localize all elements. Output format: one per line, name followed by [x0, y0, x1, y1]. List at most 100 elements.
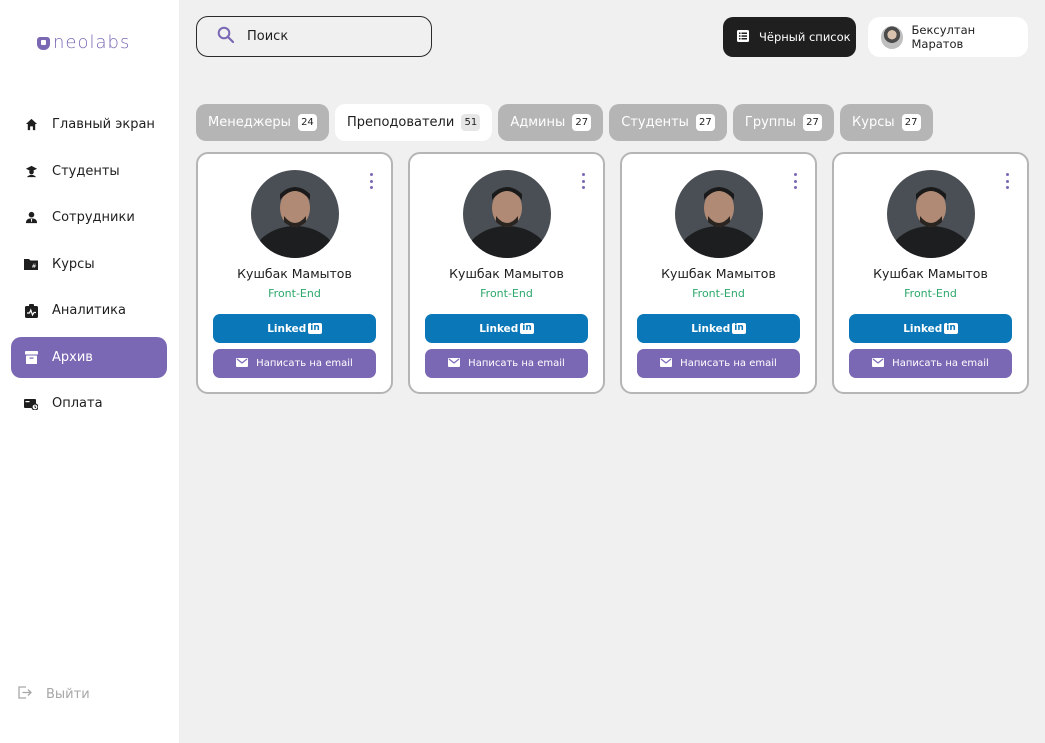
teacher-role: Front-End [480, 287, 533, 300]
count-badge: 27 [695, 114, 715, 131]
user-name: Бексултан Маратов [911, 23, 976, 51]
count-badge: 27 [572, 114, 592, 131]
sidebar-item-home[interactable]: Главный экран [11, 104, 167, 145]
logout-button[interactable]: Выйти [18, 686, 90, 703]
linkedin-label: Linked [267, 322, 307, 335]
more-options-icon[interactable] [580, 173, 586, 189]
email-label: Написать на email [256, 358, 353, 369]
tab-label: Студенты [621, 115, 689, 130]
mail-icon [660, 357, 673, 370]
linkedin-label: Linked [479, 322, 519, 335]
blacklist-label: Чёрный список [759, 30, 851, 44]
sidebar-item-analytics[interactable]: Аналитика [11, 290, 167, 331]
sidebar-item-label: Оплата [52, 396, 103, 411]
email-label: Написать на email [892, 358, 989, 369]
teacher-photo [250, 170, 339, 258]
linkedin-badge: in [944, 323, 958, 334]
tab-label: Админы [510, 115, 566, 130]
count-badge: 27 [901, 114, 921, 131]
logo[interactable]: neolabs [37, 34, 130, 52]
tab-admins[interactable]: Админы 27 [498, 104, 604, 141]
linkedin-badge: in [732, 323, 746, 334]
teacher-card: Кушбак Мамытов Front-End Linked in Написа… [196, 152, 393, 394]
archive-icon [24, 350, 38, 364]
mail-icon [872, 357, 885, 370]
search-icon [217, 26, 235, 47]
count-badge: 27 [803, 114, 823, 131]
sidebar-item-courses[interactable]: # Курсы [11, 244, 167, 285]
teacher-card: Кушбак Мамытов Front-End Linked in Написа… [620, 152, 817, 394]
count-badge: 51 [461, 114, 481, 131]
teacher-cards: Кушбак Мамытов Front-End Linked in Написа… [196, 152, 1029, 394]
logo-mark-icon [37, 36, 50, 50]
teacher-role: Front-End [904, 287, 957, 300]
home-icon [24, 118, 38, 132]
count-badge: 24 [297, 114, 317, 131]
linkedin-button[interactable]: Linked in [425, 314, 588, 343]
teacher-card: Кушбак Мамытов Front-End Linked in Написа… [832, 152, 1029, 394]
sidebar-item-payment[interactable]: Оплата [11, 383, 167, 424]
logout-icon [18, 686, 32, 703]
teacher-role: Front-End [692, 287, 745, 300]
list-icon [737, 29, 749, 45]
avatar [881, 25, 904, 49]
sidebar-item-label: Архив [52, 349, 93, 365]
sidebar-item-staff[interactable]: Сотрудники [11, 197, 167, 238]
more-options-icon[interactable] [792, 173, 798, 189]
logout-label: Выйти [46, 687, 90, 702]
teacher-role: Front-End [268, 287, 321, 300]
teacher-name: Кушбак Мамытов [237, 266, 352, 281]
student-icon [24, 164, 38, 178]
teacher-photo [674, 170, 763, 258]
sidebar-item-label: Курсы [52, 256, 95, 272]
sidebar-item-label: Студенты [52, 163, 120, 179]
linkedin-button[interactable]: Linked in [637, 314, 800, 343]
tab-managers[interactable]: Менеджеры 24 [196, 104, 329, 141]
mail-icon [236, 357, 249, 370]
folder-icon: # [24, 257, 38, 271]
tab-label: Курсы [852, 115, 895, 130]
email-button[interactable]: Написать на email [637, 349, 800, 378]
teacher-photo [462, 170, 551, 258]
search-box[interactable] [196, 16, 432, 57]
user-profile[interactable]: Бексултан Маратов [868, 17, 1028, 57]
email-label: Написать на email [680, 358, 777, 369]
sidebar-item-label: Главный экран [52, 117, 155, 132]
sidebar-item-label: Аналитика [52, 303, 126, 318]
teacher-name: Кушбак Мамытов [873, 266, 988, 281]
sidebar-item-archive[interactable]: Архив [11, 336, 167, 378]
email-label: Написать на email [468, 358, 565, 369]
tab-students[interactable]: Студенты 27 [609, 104, 727, 141]
more-options-icon[interactable] [368, 173, 374, 189]
email-button[interactable]: Написать на email [425, 349, 588, 378]
svg-text:#: # [32, 263, 37, 270]
tab-courses[interactable]: Курсы 27 [840, 104, 933, 141]
teacher-name: Кушбак Мамытов [449, 266, 564, 281]
teacher-name: Кушбак Мамытов [661, 266, 776, 281]
linkedin-badge: in [520, 323, 534, 334]
tab-teachers[interactable]: Преподователи 51 [334, 104, 493, 141]
teacher-card: Кушбак Мамытов Front-End Linked in Написа… [408, 152, 605, 394]
analytics-icon [24, 303, 38, 318]
tab-groups[interactable]: Группы 27 [732, 104, 835, 141]
sidebar-item-students[interactable]: Студенты [11, 151, 167, 192]
tab-label: Группы [744, 115, 797, 130]
linkedin-badge: in [308, 323, 322, 334]
mail-icon [448, 357, 461, 370]
payment-icon [24, 397, 38, 411]
email-button[interactable]: Написать на email [213, 349, 376, 378]
tab-label: Менеджеры [208, 115, 291, 130]
staff-icon [24, 211, 38, 225]
sidebar-nav: Главный экран Студенты Сотрудники # Курс… [11, 104, 167, 430]
email-button[interactable]: Написать на email [849, 349, 1012, 378]
linkedin-label: Linked [691, 322, 731, 335]
blacklist-button[interactable]: Чёрный список [723, 17, 856, 57]
linkedin-button[interactable]: Linked in [213, 314, 376, 343]
logo-text: neolabs [53, 32, 131, 53]
more-options-icon[interactable] [1004, 173, 1010, 189]
sidebar: neolabs Главный экран Студенты Сотрудник… [0, 0, 179, 743]
sidebar-item-label: Сотрудники [52, 210, 135, 225]
tab-label: Преподователи [346, 115, 455, 130]
search-input[interactable] [247, 29, 417, 44]
linkedin-button[interactable]: Linked in [849, 314, 1012, 343]
